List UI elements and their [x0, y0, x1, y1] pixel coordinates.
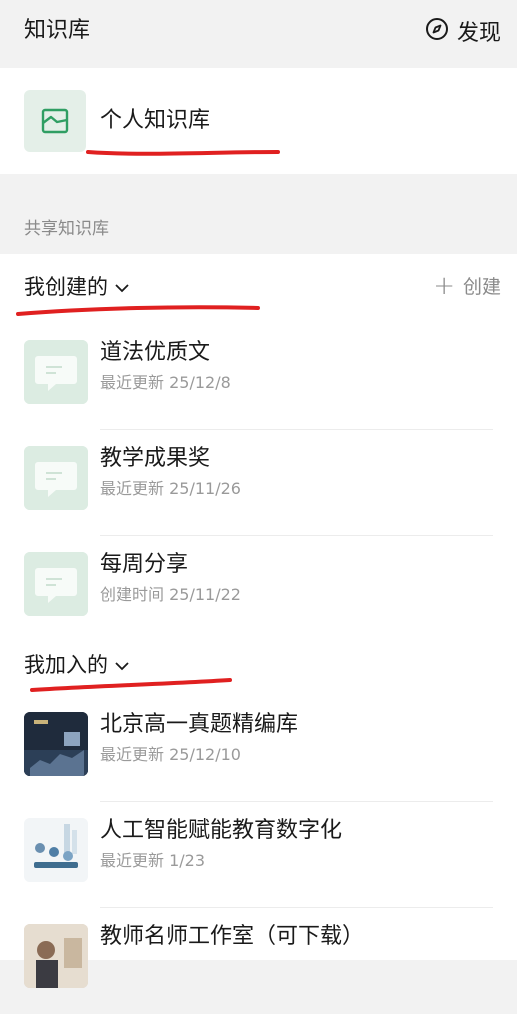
image-frame-icon — [24, 90, 86, 152]
list-item-subtitle: 最近更新 25/12/8 — [100, 373, 231, 392]
list-item-subtitle: 创建时间 25/11/22 — [100, 585, 241, 604]
kb-cover-image — [24, 712, 88, 776]
list-item-subtitle: 最近更新 25/11/26 — [100, 479, 241, 498]
list-item[interactable]: 每周分享 创建时间 25/11/22 — [0, 536, 517, 642]
list-item-title: 教学成果奖 — [100, 446, 211, 471]
personal-knowledge-base-label: 个人知识库 — [100, 108, 211, 133]
create-label: 创建 — [462, 276, 501, 298]
kb-cover-image — [24, 818, 88, 882]
list-item[interactable]: 道法优质文 最近更新 25/12/8 — [0, 324, 517, 430]
list-item[interactable]: 教师名师工作室（可下载） — [0, 908, 517, 1014]
list-item[interactable]: 教学成果奖 最近更新 25/11/26 — [0, 430, 517, 536]
list-item-title: 每周分享 — [100, 552, 189, 577]
list-item-subtitle: 最近更新 1/23 — [100, 851, 206, 870]
shared-section-title: 共享知识库 — [24, 219, 109, 239]
list-item-title: 北京高一真题精编库 — [100, 712, 299, 737]
kb-cover-icon — [24, 340, 88, 404]
list-item-title: 教师名师工作室（可下载） — [100, 924, 365, 949]
created-group-toggle[interactable]: 我创建的 — [24, 272, 130, 302]
kb-cover-image — [24, 924, 88, 988]
compass-icon — [425, 17, 449, 45]
list-item[interactable]: 人工智能赋能教育数字化 最近更新 1/23 — [0, 802, 517, 908]
list-item[interactable]: 北京高一真题精编库 最近更新 25/12/10 — [0, 696, 517, 802]
create-button[interactable]: + 创建 — [433, 272, 501, 299]
kb-cover-icon — [24, 552, 88, 616]
chevron-down-icon — [114, 272, 130, 302]
created-heading: 我创建的 — [24, 275, 108, 299]
page-title: 知识库 — [24, 18, 91, 43]
plus-icon: + — [433, 270, 455, 301]
joined-heading: 我加入的 — [24, 653, 108, 677]
personal-knowledge-base[interactable]: 个人知识库 — [0, 68, 517, 174]
kb-cover-icon — [24, 446, 88, 510]
discover-label: 发现 — [456, 21, 501, 46]
list-item-title: 道法优质文 — [100, 340, 211, 365]
top-bar: 知识库 发现 — [0, 0, 517, 66]
list-item-title: 人工智能赋能教育数字化 — [100, 818, 343, 843]
list-item-subtitle: 最近更新 25/12/10 — [100, 745, 241, 764]
shared-panel: 我创建的 + 创建 道法优质文 最近更新 25/12/8 教学成果奖 最近更新 … — [0, 254, 517, 988]
chevron-down-icon — [114, 650, 130, 680]
discover-button[interactable]: 发现 — [425, 14, 501, 48]
joined-group-toggle[interactable]: 我加入的 — [24, 650, 130, 680]
